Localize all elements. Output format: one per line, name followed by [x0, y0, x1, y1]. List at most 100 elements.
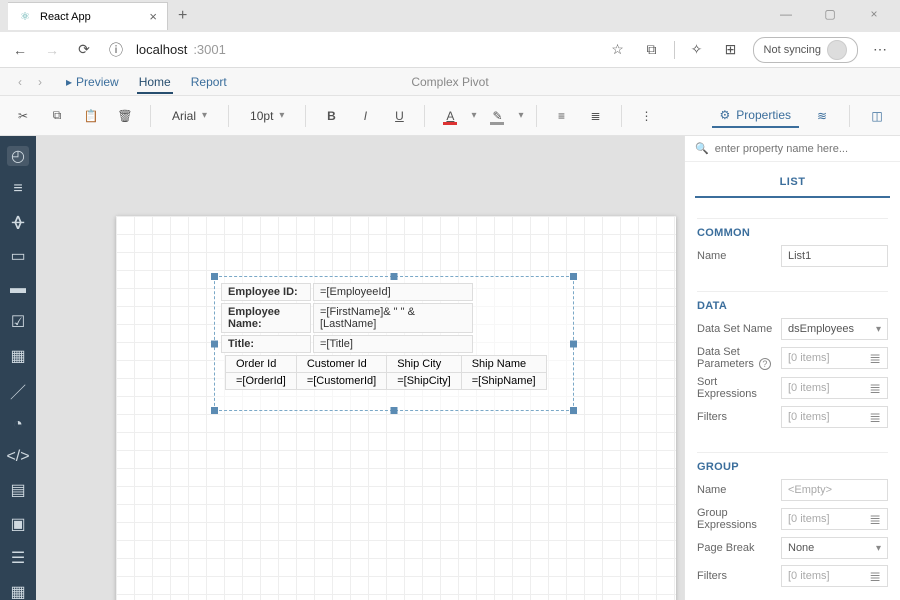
copy-button[interactable]: ⧉ [44, 103, 70, 129]
nav-refresh-button[interactable]: ⟳ [72, 38, 96, 62]
browser-menu-button[interactable]: ⋯ [868, 38, 892, 62]
prop-value-ge[interactable]: [0 items]≣ [781, 508, 888, 530]
list-icon: ≣ [869, 409, 881, 426]
property-search[interactable]: 🔍 [685, 136, 900, 162]
window-minimize-button[interactable]: — [766, 0, 806, 28]
delete-button[interactable]: 🗑 [112, 103, 138, 129]
sidebar-item-container[interactable]: ▭ [7, 246, 29, 266]
font-color-button[interactable]: A [437, 103, 463, 129]
site-info-icon[interactable]: ⓘ [104, 38, 128, 62]
cut-button[interactable]: ✂ [10, 103, 36, 129]
document-title: Complex Pivot [411, 75, 488, 89]
close-tab-icon[interactable]: × [149, 9, 157, 24]
sidebar-item-gauge[interactable]: ◔ [7, 416, 29, 434]
sidebar-item-menu[interactable]: ≡ [7, 180, 29, 198]
play-icon: ▸ [66, 75, 72, 89]
panel-toggle-button[interactable]: ◫ [864, 103, 890, 129]
list-tab[interactable]: LIST [695, 168, 890, 198]
resize-handle[interactable] [211, 407, 218, 414]
properties-panel: 🔍 LIST COMMON Name List1 DATA Data Set N… [684, 136, 900, 600]
prop-label-sort: Sort Expressions [697, 376, 775, 400]
prop-label-name: Name [697, 250, 775, 262]
font-size-select[interactable]: 10pt▾ [241, 102, 293, 130]
url-host: localhost [136, 42, 187, 57]
italic-button[interactable]: I [352, 103, 378, 129]
favorite-icon[interactable]: ☆ [606, 38, 630, 62]
help-icon[interactable]: ? [759, 358, 771, 370]
prop-value-params[interactable]: [0 items]≣ [781, 347, 888, 369]
sidebar-item-table[interactable]: ▦ [7, 346, 29, 366]
align-center-button[interactable]: ≣ [583, 103, 609, 129]
sidebar-item-report[interactable]: ◴ [7, 146, 29, 166]
tab-preview[interactable]: ▸Preview [64, 71, 121, 93]
tab-report[interactable]: Report [189, 71, 229, 93]
prop-value-name[interactable]: List1 [781, 245, 888, 267]
crop-icon[interactable]: ⧉ [640, 38, 664, 62]
prop-label-ge: Group Expressions [697, 507, 775, 531]
tab-home[interactable]: Home [137, 71, 173, 93]
sync-status-pill[interactable]: Not syncing [753, 37, 858, 63]
nav-back-button[interactable]: ← [8, 38, 32, 62]
resize-handle[interactable] [570, 407, 577, 414]
header-table[interactable]: Employee ID:=[EmployeeId] Employee Name:… [219, 281, 475, 355]
sidebar-item-checkbox[interactable]: ☑ [7, 312, 29, 332]
section-group: GROUP [697, 452, 888, 473]
table-row: Title:=[Title] [221, 335, 473, 353]
resize-handle[interactable] [570, 340, 577, 347]
prop-label-params: Data Set Parameters ? [697, 346, 775, 370]
resize-handle[interactable] [391, 407, 398, 414]
chevron-down-icon: ▾ [876, 324, 881, 335]
prop-value-dataset[interactable]: dsEmployees▾ [781, 318, 888, 340]
sidebar-item-code[interactable]: </> [7, 448, 29, 466]
prop-value-gname[interactable]: <Empty> [781, 479, 888, 501]
underline-button[interactable]: U [386, 103, 412, 129]
sidebar-item-hierarchy[interactable]: ᚖ [7, 212, 29, 232]
main-area: ◴ ≡ ᚖ ▭ ▬ ☑ ▦ ／ ◔ </> ▤ ▣ ☰ ▦ ⊞ ▮▮ [0, 136, 900, 600]
fill-color-button[interactable]: ✎ [484, 103, 510, 129]
font-family-select[interactable]: Arial▾ [163, 102, 216, 130]
design-canvas[interactable]: Employee ID:=[EmployeeId] Employee Name:… [36, 136, 684, 600]
window-close-button[interactable]: × [854, 0, 894, 28]
resize-handle[interactable] [570, 273, 577, 280]
browser-titlebar: ⚛ React App × + — ▢ × [0, 0, 900, 32]
paste-button[interactable]: 📋 [78, 103, 104, 129]
chevron-down-icon[interactable]: ▾ [518, 110, 523, 121]
report-page[interactable]: Employee ID:=[EmployeeId] Employee Name:… [116, 216, 676, 600]
data-sources-button[interactable]: ≋ [809, 103, 835, 129]
window-maximize-button[interactable]: ▢ [810, 0, 850, 28]
search-icon: 🔍 [695, 142, 709, 155]
sidebar-item-line[interactable]: ／ [7, 380, 29, 402]
prop-value-filters[interactable]: [0 items]≣ [781, 406, 888, 428]
prop-value-sort[interactable]: [0 items]≣ [781, 377, 888, 399]
sidebar-item-image[interactable]: ▣ [7, 514, 29, 534]
property-search-input[interactable] [715, 143, 890, 155]
collections-icon[interactable]: ✧ [685, 38, 709, 62]
resize-handle[interactable] [391, 273, 398, 280]
sidebar-item-list[interactable]: ☰ [7, 548, 29, 568]
url-display[interactable]: localhost :3001 [136, 42, 598, 57]
browser-tab[interactable]: ⚛ React App × [8, 2, 168, 30]
resize-handle[interactable] [211, 273, 218, 280]
detail-table[interactable]: Order Id Customer Id Ship City Ship Name… [225, 355, 547, 390]
extensions-icon[interactable]: ⊞ [719, 38, 743, 62]
prop-label-pb: Page Break [697, 542, 775, 554]
url-port: :3001 [193, 42, 226, 57]
more-options-button[interactable]: ⋮ [634, 103, 660, 129]
prop-value-pb[interactable]: None▾ [781, 537, 888, 559]
designer-forward-icon: › [30, 75, 50, 89]
new-tab-button[interactable]: + [178, 7, 187, 25]
list-control[interactable]: Employee ID:=[EmployeeId] Employee Name:… [214, 276, 574, 411]
resize-handle[interactable] [211, 340, 218, 347]
table-row: Employee Name:=[FirstName]& " " &[LastNa… [221, 303, 473, 333]
chevron-down-icon[interactable]: ▾ [471, 110, 476, 121]
properties-tab[interactable]: ⚙ Properties [712, 104, 799, 128]
sidebar-item-doc[interactable]: ▤ [7, 480, 29, 500]
bold-button[interactable]: B [318, 103, 344, 129]
chevron-down-icon: ▾ [876, 543, 881, 554]
chevron-down-icon: ▾ [202, 110, 207, 121]
chevron-down-icon: ▾ [279, 110, 284, 121]
prop-value-gfilters[interactable]: [0 items]≣ [781, 565, 888, 587]
align-left-button[interactable]: ≡ [549, 103, 575, 129]
sidebar-item-grid[interactable]: ▦ [7, 582, 29, 600]
sidebar-item-panel[interactable]: ▬ [7, 280, 29, 298]
